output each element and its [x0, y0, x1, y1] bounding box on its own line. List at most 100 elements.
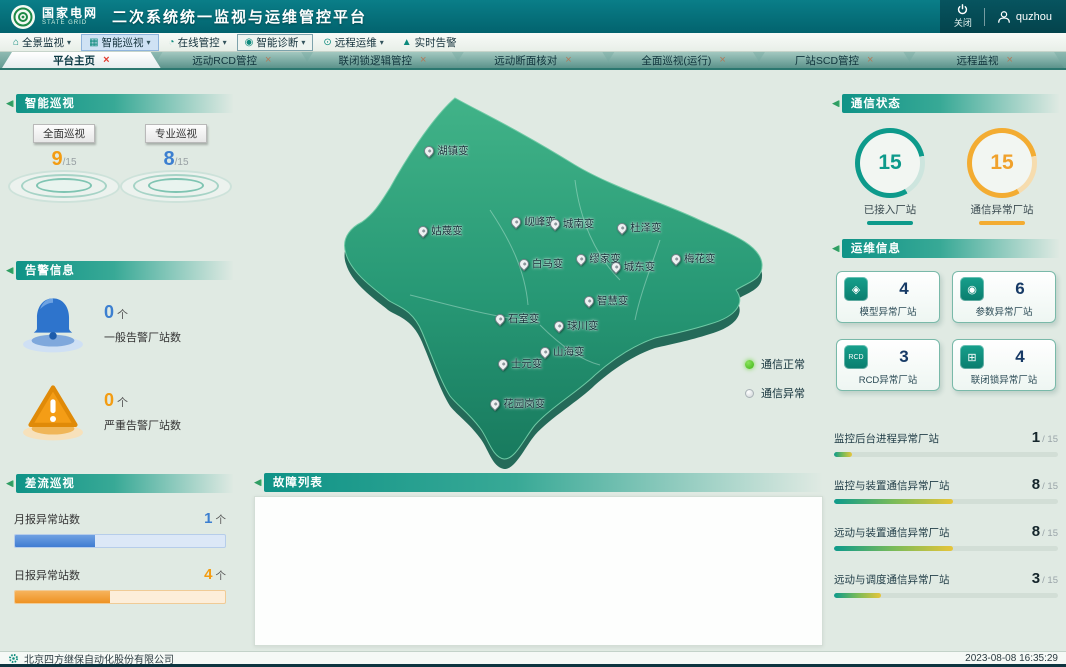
rcd-icon: RCD	[844, 345, 868, 369]
section-diff-header: 差流巡视	[6, 475, 234, 492]
map-pin-duze[interactable]: 杜泽变	[617, 220, 662, 235]
tab-close-icon[interactable]	[565, 55, 571, 66]
diff-unit: 个	[216, 570, 227, 582]
tab-close-icon[interactable]	[1007, 55, 1013, 66]
card-interlock-abnormal[interactable]: ⊞ 4 联闭锁异常厂站	[952, 339, 1056, 391]
card-label: 联闭锁异常厂站	[960, 372, 1048, 386]
map-pin-chengdong[interactable]: 城东变	[611, 259, 656, 274]
ops-cards: ◈ 4 模型异常厂站 ◉ 6 参数异常厂站 RCD 3 RCD异常厂站 ⊞ 4 …	[832, 257, 1060, 391]
progress-value: 3	[1032, 570, 1040, 587]
tab-rcd-control[interactable]: 远动RCD管控	[153, 52, 312, 68]
diff-progress-bar	[14, 534, 226, 548]
progress-bar	[834, 593, 1058, 598]
progress-total: / 15	[1042, 434, 1058, 445]
menu-label: 全景监视	[22, 35, 64, 50]
map-pin-qiuchuan[interactable]: 球川变	[554, 318, 599, 333]
map-pin-shishi[interactable]: 石室变	[495, 311, 540, 326]
map-pin-icon	[416, 224, 430, 238]
progress-row-telecontrol-dispatch: 远动与调度通信异常厂站 3/ 15	[834, 570, 1058, 598]
chevron-down-icon: ▾	[67, 38, 71, 47]
gauge-count: 8	[163, 148, 174, 170]
menu-online-control[interactable]: ◔ 在线管控 ▾	[161, 34, 235, 51]
map-pin-chengnan[interactable]: 城南变	[550, 216, 595, 231]
tab-platform-home[interactable]: 平台主页	[2, 52, 161, 68]
section-title: 差流巡视	[16, 474, 234, 493]
legend-label: 通信异常	[761, 385, 805, 401]
card-param-abnormal[interactable]: ◉ 6 参数异常厂站	[952, 271, 1056, 323]
chevron-down-icon: ▾	[223, 38, 227, 47]
section-arrow-icon	[832, 243, 839, 254]
legend-comm-normal: 通信正常	[745, 356, 805, 372]
map-pin-huayuangang[interactable]: 花园岗变	[490, 396, 545, 411]
tab-label: 全面巡视(运行)	[641, 53, 711, 68]
status-bar: 北京四方继保自动化股份有限公司 2023-08-08 16:35:29	[0, 651, 1066, 667]
tab-full-inspection[interactable]: 全面巡视(运行)	[604, 52, 763, 68]
alarm-block: 0个 一般告警厂站数 0个 严重告警厂站数	[6, 279, 234, 475]
progress-list: 监控后台进程异常厂站 1/ 15 监控与装置通信异常厂站 8/ 15 远动与装置…	[832, 429, 1060, 598]
section-fault-header: 故障列表	[254, 474, 823, 491]
tab-remote-monitor[interactable]: 远程监视	[905, 52, 1064, 68]
tab-label: 远程监视	[957, 53, 999, 68]
map-pin-shiyuan[interactable]: 士元变	[498, 356, 543, 371]
map-pin-shanhai[interactable]: 山海变	[540, 344, 585, 359]
gauge-underline	[979, 221, 1025, 225]
state-grid-logo-icon	[10, 4, 36, 30]
gauge-value: 9/15	[51, 148, 76, 171]
user-icon	[997, 10, 1011, 24]
section-arrow-icon	[6, 478, 13, 489]
map-pin-icon	[493, 312, 507, 326]
app-screen: 国家电网 STATE GRID 二次系统统一监视与运维管控平台 关闭 quzho…	[0, 0, 1066, 667]
menu-diagnosis[interactable]: ◉ 智能诊断 ▾	[237, 34, 314, 51]
progress-label: 远动与调度通信异常厂站	[834, 572, 950, 587]
tab-interlock-logic[interactable]: 联闭锁逻辑管控	[303, 52, 462, 68]
progress-value: 8	[1032, 476, 1040, 493]
comm-gauge-label: 已接入厂站	[864, 202, 917, 217]
fault-section: 故障列表	[254, 474, 823, 646]
gauge-pedestal	[6, 165, 122, 207]
progress-bar	[834, 546, 1058, 551]
map-pin-label: 智慧变	[597, 293, 629, 308]
diff-count: 1	[204, 510, 212, 527]
card-model-abnormal[interactable]: ◈ 4 模型异常厂站	[836, 271, 940, 323]
menu-realtime-alarm[interactable]: ▲ 实时告警	[394, 34, 465, 51]
user-menu[interactable]: quzhou	[997, 10, 1052, 24]
header-divider	[984, 8, 985, 26]
tabbar: 平台主页 远动RCD管控 联闭锁逻辑管控 远动断面核对 全面巡视(运行) 厂站S…	[0, 52, 1066, 70]
card-rcd-abnormal[interactable]: RCD 3 RCD异常厂站	[836, 339, 940, 391]
region-map[interactable]: 湖镇变 岘峰变 城南变 杜泽变 姑蔑变 白马变 缪家变 城东变 梅花变 智慧变 …	[240, 70, 825, 470]
bell-icon	[16, 292, 90, 354]
progress-total: / 15	[1042, 575, 1058, 586]
menu-label: 智能巡视	[102, 35, 144, 50]
map-pin-zhihui[interactable]: 智慧变	[584, 293, 629, 308]
menu-inspection[interactable]: ▦ 智能巡视 ▾	[81, 34, 158, 51]
chevron-down-icon: ▾	[147, 38, 151, 47]
close-button[interactable]: 关闭	[954, 4, 972, 29]
tab-scd-control[interactable]: 厂站SCD管控	[755, 52, 914, 68]
map-pin-huzhen[interactable]: 湖镇变	[424, 143, 469, 158]
progress-label: 远动与装置通信异常厂站	[834, 525, 950, 540]
progress-label: 监控与装置通信异常厂站	[834, 478, 950, 493]
tab-close-icon[interactable]	[103, 55, 109, 66]
menu-remote-ops[interactable]: ⊙ 远程运维 ▾	[315, 34, 391, 51]
gauge-count: 9	[51, 148, 62, 170]
section-arrow-icon	[6, 265, 13, 276]
map-pin-meihua[interactable]: 梅花变	[671, 251, 716, 266]
tab-section-check[interactable]: 远动断面核对	[454, 52, 613, 68]
map-pin-gumie[interactable]: 姑蔑变	[418, 223, 463, 238]
diff-unit: 个	[216, 514, 227, 526]
tab-close-icon[interactable]	[420, 55, 426, 66]
gray-dot-icon	[745, 389, 754, 398]
tab-close-icon[interactable]	[867, 55, 873, 66]
map-pin-baima[interactable]: 白马变	[519, 256, 564, 271]
interlock-icon: ⊞	[960, 345, 984, 369]
menu-panorama[interactable]: ⌂ 全景监视 ▾	[5, 34, 79, 51]
tab-label: 厂站SCD管控	[795, 53, 859, 68]
map-pin-label: 姑蔑变	[431, 223, 463, 238]
section-comm-header: 通信状态	[832, 95, 1060, 112]
gauge-label: 全面巡视	[33, 124, 95, 143]
tab-close-icon[interactable]	[719, 55, 725, 66]
map-pin-label: 湖镇变	[437, 143, 469, 158]
tab-label: 远动断面核对	[494, 53, 557, 68]
card-value: 3	[876, 347, 932, 367]
tab-close-icon[interactable]	[265, 55, 271, 66]
